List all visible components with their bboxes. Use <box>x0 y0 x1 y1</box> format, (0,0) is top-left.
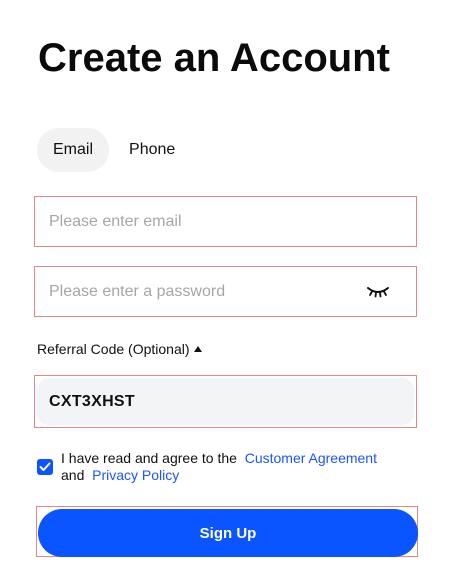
signup-method-tabs: Email Phone <box>37 128 191 172</box>
check-icon <box>39 462 51 471</box>
referral-field-container <box>34 375 417 428</box>
agreement-checkbox[interactable] <box>37 459 53 475</box>
signup-page: Create an Account Email Phone Ref <box>0 0 449 569</box>
referral-code-toggle[interactable]: Referral Code (Optional) <box>37 341 202 357</box>
signup-button-container: Sign Up <box>36 506 418 557</box>
customer-agreement-link[interactable]: Customer Agreement <box>245 450 377 466</box>
agreement-prefix: I have read and agree to the <box>61 450 237 466</box>
caret-up-icon <box>193 346 202 352</box>
tab-phone[interactable]: Phone <box>113 128 191 172</box>
privacy-policy-link[interactable]: Privacy Policy <box>92 467 179 483</box>
page-title: Create an Account <box>38 36 390 80</box>
referral-code-label: Referral Code (Optional) <box>37 341 190 357</box>
password-input[interactable] <box>37 269 364 314</box>
email-input[interactable] <box>37 199 414 244</box>
sign-up-button[interactable]: Sign Up <box>38 509 418 557</box>
eye-closed-icon[interactable] <box>364 282 392 302</box>
referral-code-input[interactable] <box>37 378 414 425</box>
email-field-container <box>34 196 417 247</box>
email-field-box <box>37 199 414 244</box>
referral-field-box <box>37 378 414 425</box>
password-field-container <box>34 266 417 317</box>
tab-email[interactable]: Email <box>37 128 110 172</box>
agreement-text: I have read and agree to the Customer Ag… <box>61 450 421 484</box>
agreement-and: and <box>61 467 85 483</box>
password-field-box <box>37 269 414 314</box>
